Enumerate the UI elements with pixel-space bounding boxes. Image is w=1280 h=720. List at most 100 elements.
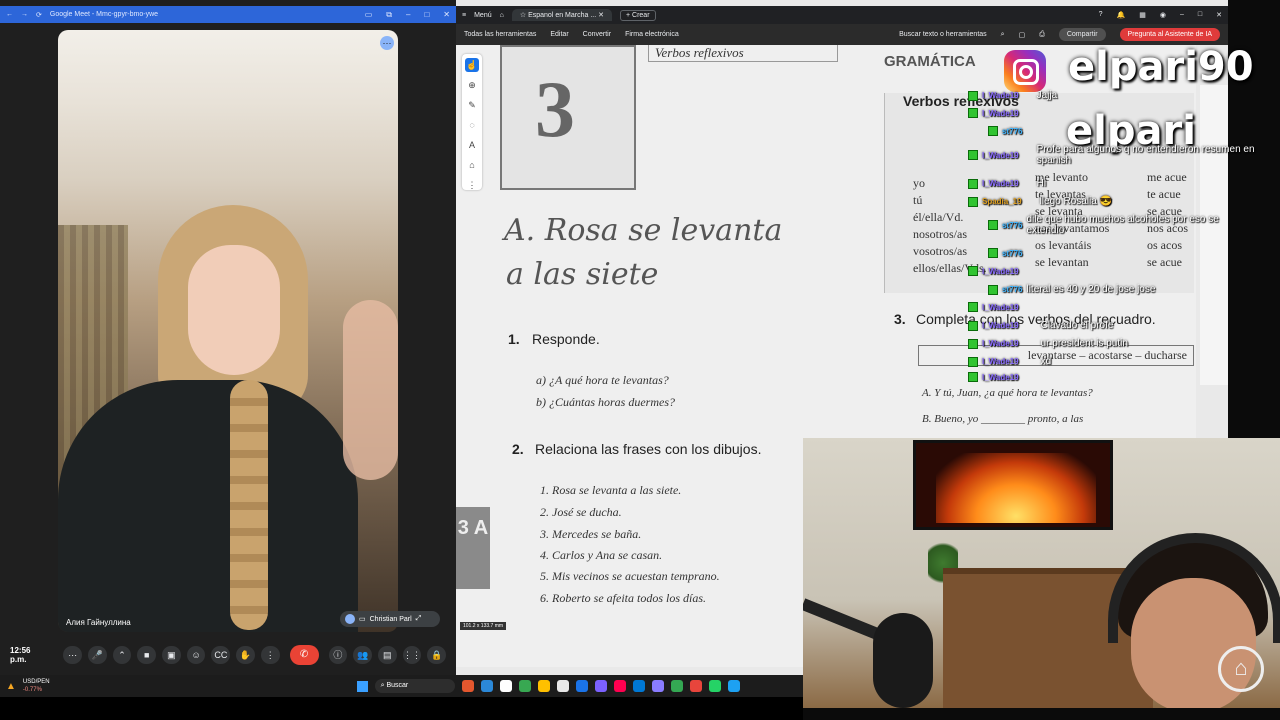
more-options-icon[interactable]: ⋮: [260, 646, 280, 664]
help-icon[interactable]: ?: [1099, 11, 1103, 19]
extension-icon[interactable]: ⧉: [386, 10, 392, 20]
taskbar-app-icon[interactable]: [632, 680, 645, 692]
taskbar-app-icon[interactable]: [537, 680, 550, 692]
chevron-up-icon[interactable]: ⌃: [112, 646, 132, 664]
camera-icon[interactable]: ■: [137, 646, 157, 664]
taskbar-app-icon[interactable]: [556, 680, 569, 692]
hamburger-icon[interactable]: ≡: [462, 12, 466, 19]
taskbar-app-icon[interactable]: [651, 680, 664, 692]
taskbar-app-icon[interactable]: [499, 680, 512, 692]
minimize-icon[interactable]: –: [406, 10, 410, 20]
chat-message: I_Wade19: [968, 266, 1019, 276]
bell-icon[interactable]: 🔔: [1117, 11, 1126, 19]
search-icon[interactable]: ⌕: [1001, 31, 1005, 39]
search-tools-label[interactable]: Buscar texto o herramientas: [899, 31, 987, 38]
cast-icon[interactable]: ▭: [365, 10, 373, 20]
maximize-icon[interactable]: □: [424, 10, 429, 20]
menu-esign[interactable]: Firma electrónica: [625, 31, 679, 38]
chat-text: Jajja: [1036, 90, 1058, 101]
close-icon[interactable]: ✕: [443, 10, 450, 20]
windows-start-icon[interactable]: [356, 680, 368, 692]
apps-grid-icon[interactable]: ▦: [1139, 11, 1146, 19]
subscriber-badge-icon: [988, 284, 998, 295]
chat-message: I_Wade19 Clavado el profe: [968, 320, 1113, 331]
taskbar-app-icon[interactable]: [727, 680, 740, 692]
home-icon[interactable]: ⌂: [500, 12, 504, 19]
chat-user: st776: [1002, 126, 1023, 136]
taskbar-search[interactable]: ⌕ Buscar: [374, 679, 455, 693]
lesson-title-line-1: A. Rosa se levanta: [504, 213, 783, 248]
select-tool-icon[interactable]: ☝: [465, 58, 479, 72]
chat-icon[interactable]: ▤: [377, 646, 397, 664]
self-view-tile[interactable]: ▭ Christian Parl ⤢: [340, 611, 440, 627]
end-call-button[interactable]: ✆: [289, 645, 319, 665]
taskbar-app-icon[interactable]: [670, 680, 683, 692]
expand-icon[interactable]: ⤢: [416, 615, 422, 623]
chat-text: dile que hubo muchos alcoholes por eso s…: [1026, 214, 1219, 236]
raise-hand-icon[interactable]: ✋: [236, 646, 255, 664]
pdf-tool-palette: ☝ ⊕ ✎ ◌ A ⌂ ⋮: [462, 54, 482, 190]
text-tool-icon[interactable]: A: [465, 138, 479, 152]
save-icon[interactable]: ▢: [1019, 31, 1026, 39]
host-controls-icon[interactable]: 🔒: [427, 646, 447, 664]
self-view-name: Christian Parl: [369, 615, 412, 623]
taskbar-app-icon[interactable]: [480, 680, 493, 692]
emoji-icon[interactable]: ☺: [186, 646, 206, 664]
back-icon[interactable]: ←: [6, 11, 13, 18]
more-tools-icon[interactable]: ⋮: [465, 178, 479, 192]
tv-screen: [913, 440, 1113, 530]
people-icon[interactable]: 👥: [353, 646, 372, 664]
info-icon[interactable]: ⓘ: [328, 646, 348, 664]
exercise-2-item: 3. Mercedes se baña.: [540, 527, 642, 541]
chat-user: Spadia_19: [982, 197, 1022, 206]
ai-assistant-button[interactable]: Pregunta al Asistente de IA: [1119, 28, 1220, 41]
chat-user: st776: [1002, 220, 1023, 230]
menu-edit[interactable]: Editar: [550, 31, 568, 38]
print-icon[interactable]: ⎙: [1039, 31, 1045, 39]
participant-video[interactable]: [58, 30, 398, 632]
meet-window: ← → ⟳ Google Meet - Mmc-gpyr-bmo-ywe ▭ ⧉…: [0, 0, 456, 675]
new-tab-button[interactable]: + Crear: [619, 9, 656, 21]
taskbar-app-icon[interactable]: [461, 680, 474, 692]
pen-tool-icon[interactable]: ✎: [465, 98, 479, 112]
ticker-icon[interactable]: ▲: [6, 681, 16, 692]
document-tab[interactable]: ☆ Espanol en Marcha ... ✕: [511, 9, 612, 21]
desktop: ← → ⟳ Google Meet - Mmc-gpyr-bmo-ywe ▭ ⧉…: [0, 0, 1280, 720]
share-button[interactable]: Compartir: [1058, 28, 1106, 41]
taskbar-app-icon[interactable]: [613, 680, 626, 692]
unit-number: 3: [535, 66, 575, 154]
taskbar-app-icon[interactable]: [689, 680, 702, 692]
subscriber-badge-icon: [988, 220, 998, 230]
profile-icon[interactable]: ◉: [1160, 11, 1166, 19]
taskbar-app-icon[interactable]: [594, 680, 607, 692]
taskbar-app-icon[interactable]: [518, 680, 531, 692]
captions-icon[interactable]: CC: [211, 646, 231, 664]
menu-all-tools[interactable]: Todas las herramientas: [464, 31, 536, 38]
activities-icon[interactable]: ⋮⋮: [402, 646, 422, 664]
microphone-icon[interactable]: 🎤: [87, 646, 107, 664]
currency-ticker[interactable]: USD/PEN -0.77%: [23, 678, 50, 694]
taskbar-app-icon[interactable]: [708, 680, 721, 692]
chat-user: I_Wade19: [982, 321, 1019, 330]
exercise-3-line: A. Y tú, Juan, ¿a qué hora te levantas?: [922, 387, 1093, 399]
subscriber-badge-icon: [988, 248, 998, 258]
chat-message: I_Wade19 Jajja: [968, 90, 1057, 101]
taskbar-app-icon[interactable]: [575, 680, 588, 692]
present-screen-icon[interactable]: ▣: [162, 646, 181, 664]
minimize-icon[interactable]: –: [1180, 11, 1184, 19]
channel-logo-icon: ⌂: [1218, 646, 1264, 692]
chat-message: st776: [988, 248, 1022, 258]
reload-icon[interactable]: ⟳: [36, 11, 42, 19]
stamp-tool-icon[interactable]: ⌂: [465, 158, 479, 172]
close-icon[interactable]: ✕: [1216, 11, 1222, 19]
chat-message: I_Wade19 ur president is putin: [968, 338, 1128, 349]
menu-convert[interactable]: Convertir: [583, 31, 611, 38]
chat-message: st776: [988, 126, 1022, 136]
maximize-icon[interactable]: □: [1198, 11, 1202, 19]
exercise-3-line: B. Bueno, yo ________ pronto, a las: [922, 413, 1084, 425]
lasso-tool-icon[interactable]: ◌: [465, 118, 479, 132]
zoom-tool-icon[interactable]: ⊕: [465, 78, 479, 92]
forward-icon[interactable]: →: [21, 11, 28, 18]
more-dots-icon[interactable]: ⋯: [63, 646, 82, 664]
menu-label[interactable]: Menú: [474, 12, 492, 19]
